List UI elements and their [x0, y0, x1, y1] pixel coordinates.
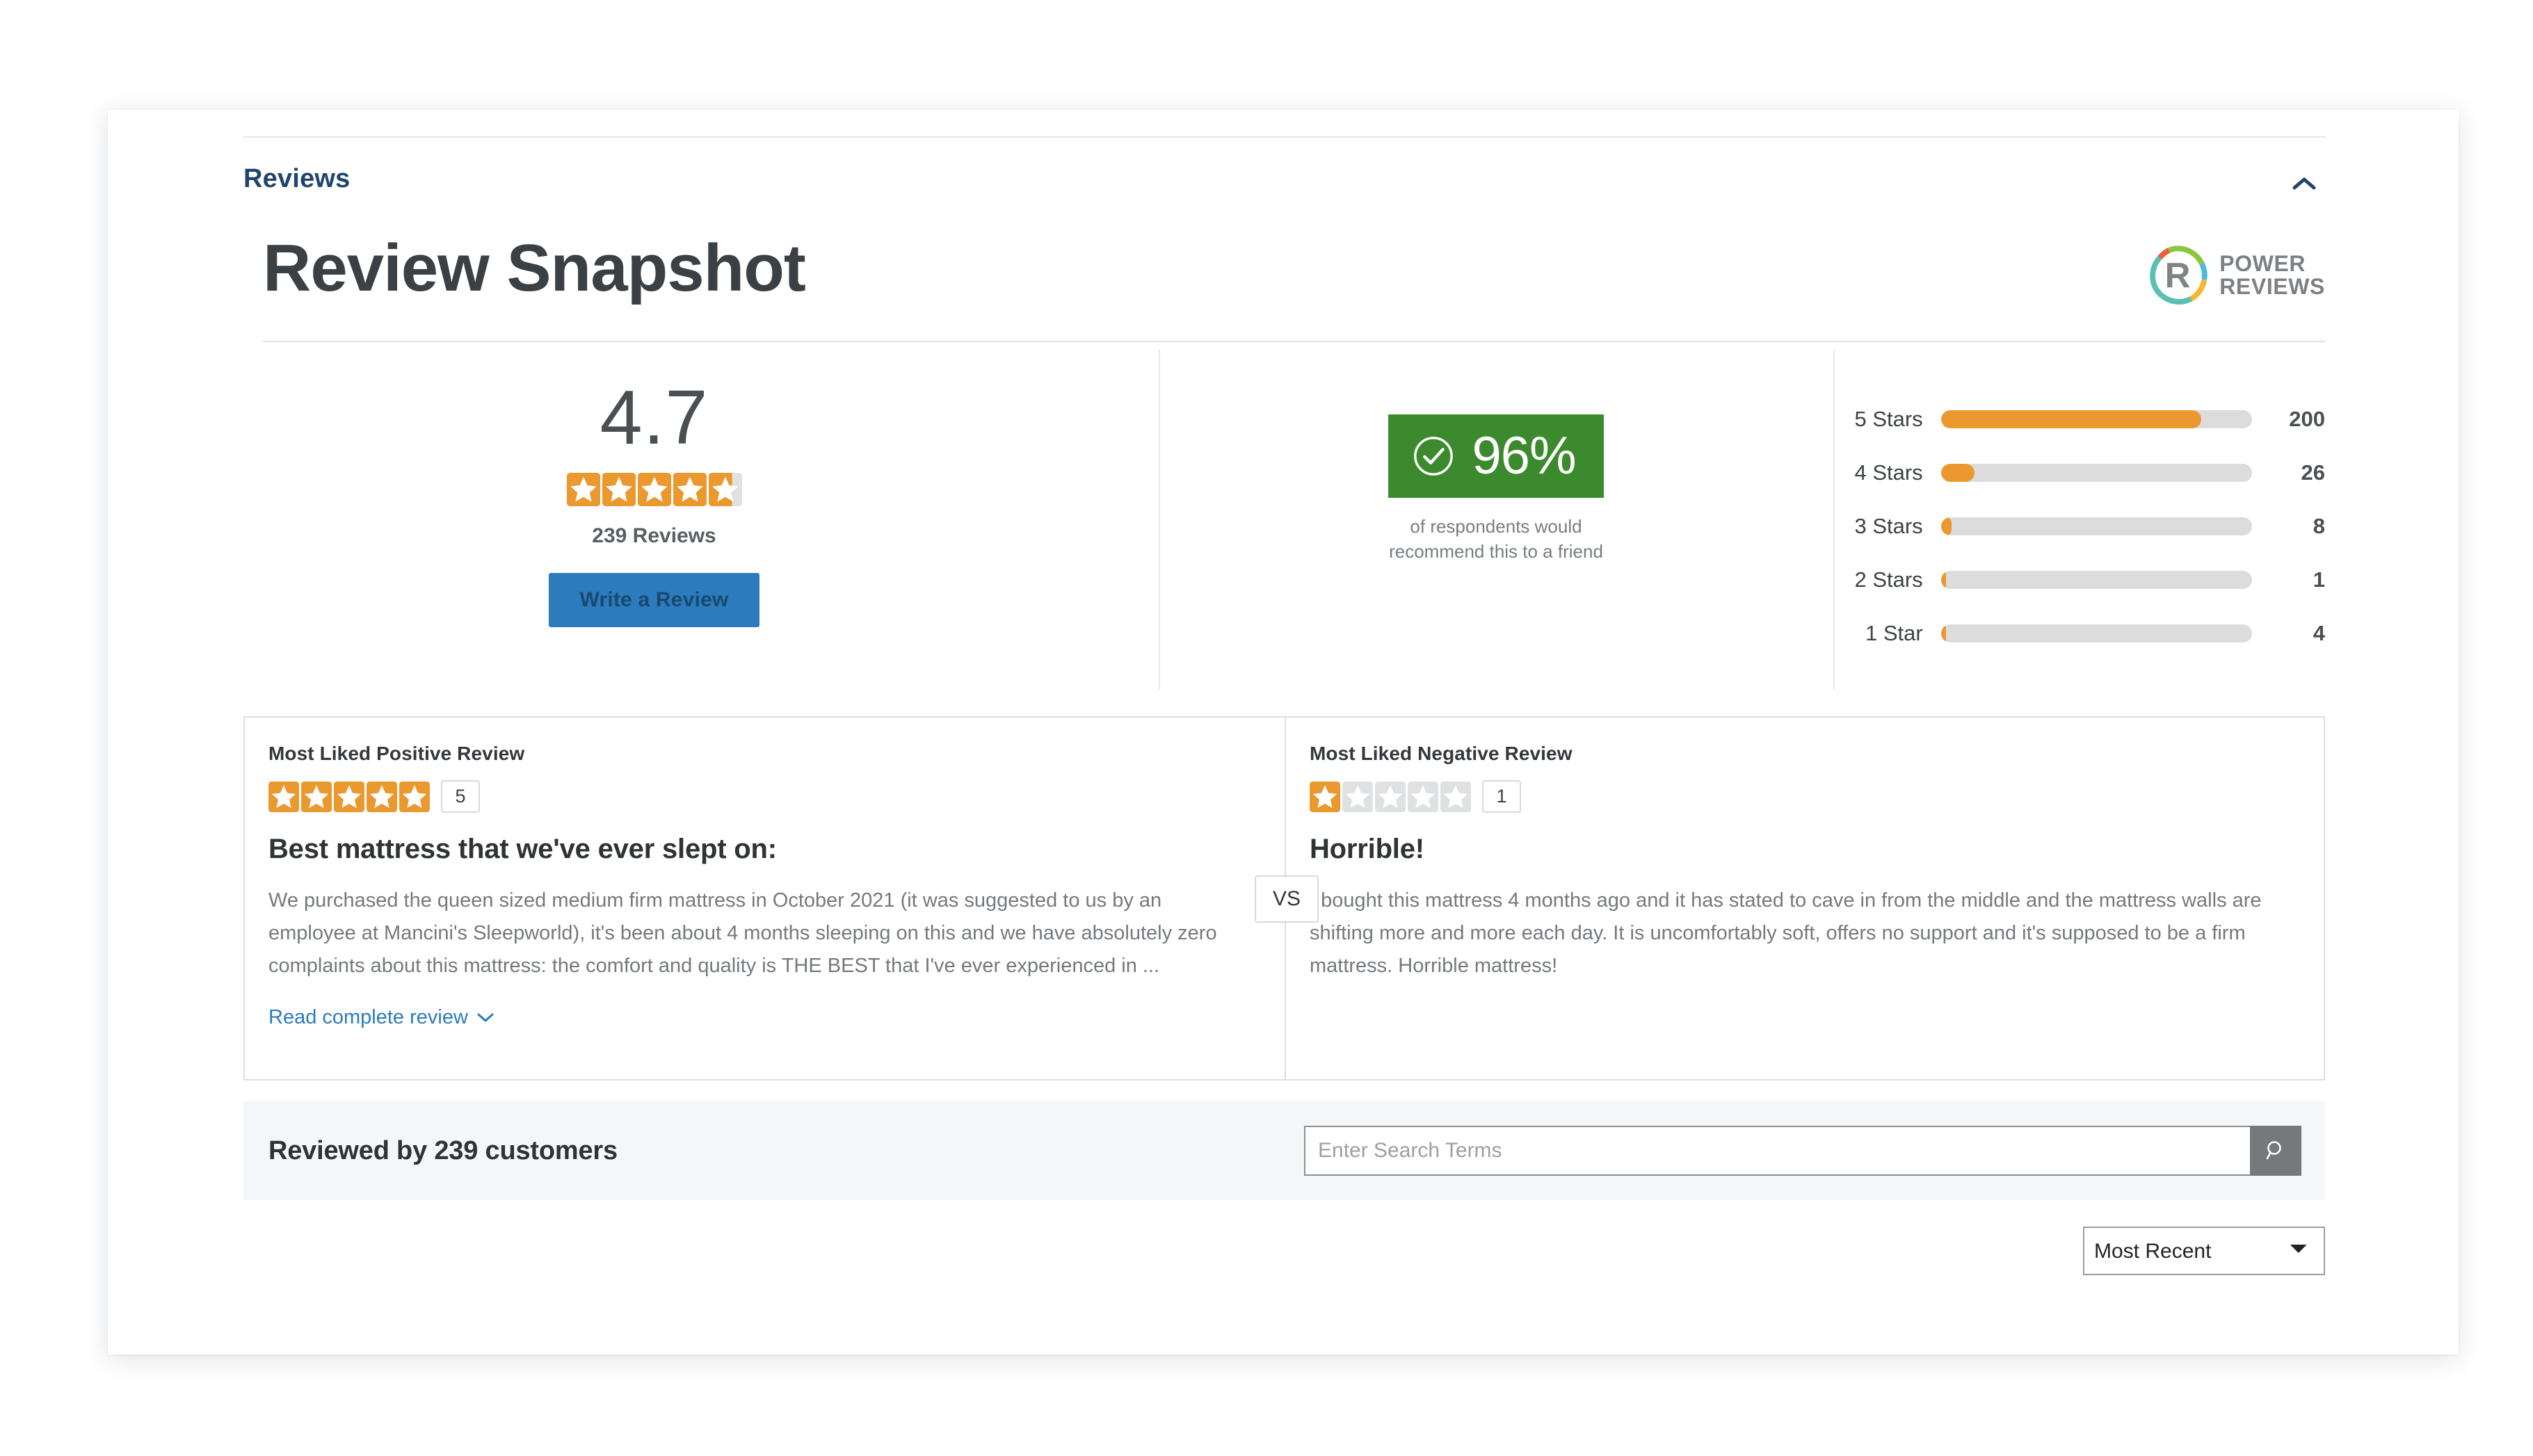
- reviewed-by-label: Reviewed by 239 customers: [268, 1135, 618, 1165]
- rating-bar-count: 4: [2313, 620, 2325, 645]
- negative-review-panel: Most Liked Negative Review 1 Horrible! I…: [1286, 718, 2326, 1079]
- sort-select[interactable]: Most RecentMost HelpfulHighest RatingLow…: [2083, 1227, 2325, 1275]
- sort-row: Most RecentMost HelpfulHighest RatingLow…: [243, 1227, 2325, 1275]
- read-complete-review-link[interactable]: Read complete review: [268, 1006, 494, 1029]
- rating-bar-label: 4 Stars: [1854, 460, 1923, 485]
- overall-score-column: 4.7 239 Reviews Write a Review: [263, 342, 1045, 687]
- reviews-footer-band: Reviewed by 239 customers: [243, 1101, 2325, 1200]
- negative-review-kicker: Most Liked Negative Review: [1310, 743, 1573, 764]
- negative-review-body: I bought this mattress 4 months ago and …: [1310, 889, 2262, 977]
- vs-badge: VS: [1255, 875, 1319, 923]
- rating-bar-row[interactable]: 1 Star 4: [1833, 606, 2325, 660]
- rating-bar-row[interactable]: 2 Stars 1: [1833, 553, 2325, 606]
- positive-review-rating-badge: 5: [441, 780, 480, 814]
- svg-text:R: R: [2165, 256, 2191, 296]
- rating-bar-row[interactable]: 5 Stars 200: [1833, 392, 2325, 446]
- rating-bar-track: [1940, 517, 2252, 535]
- positive-review-title: Best mattress that we've ever slept on:: [268, 834, 777, 865]
- review-count-label: 239 Reviews: [592, 524, 716, 547]
- recommend-column: 96% of respondents would recommend this …: [1159, 342, 1833, 687]
- rating-bar-row[interactable]: 3 Stars 8: [1833, 499, 2325, 553]
- rating-bar-fill: [1940, 463, 1975, 482]
- rating-bar-count: 26: [2301, 460, 2325, 485]
- snapshot-body: 4.7 239 Reviews Write a Review 96% of re…: [263, 342, 2325, 690]
- positive-review-stars: [268, 781, 430, 812]
- logo-line-2: REVIEWS: [2219, 274, 2325, 299]
- chevron-up-icon: [2292, 177, 2316, 190]
- positive-review-rating: 5: [268, 780, 1251, 814]
- negative-review-title: Horrible!: [1310, 834, 1424, 865]
- read-complete-review-label: Read complete review: [268, 1005, 468, 1028]
- rating-bar-label: 2 Stars: [1854, 567, 1923, 592]
- rating-bar-fill: [1940, 570, 1946, 589]
- rating-bar-track: [1940, 410, 2252, 428]
- rating-bar-row[interactable]: 4 Stars 26: [1833, 446, 2325, 499]
- positive-review-panel: Most Liked Positive Review 5 Best mattre…: [245, 718, 1286, 1079]
- recommend-badge: 96%: [1388, 414, 1604, 498]
- recommend-percent: 96%: [1472, 426, 1576, 485]
- negative-review-rating-badge: 1: [1482, 780, 1521, 814]
- powerreviews-ring-icon: R: [2150, 245, 2208, 305]
- positive-review-body: We purchased the queen sized medium firm…: [268, 889, 1217, 977]
- powerreviews-logo: R POWER REVIEWS: [2147, 245, 2325, 306]
- rating-bar-count: 8: [2313, 513, 2325, 538]
- positive-review-kicker: Most Liked Positive Review: [268, 743, 525, 764]
- reviews-card: Reviews Review Snapshot R POWER REVIEWS …: [108, 110, 2459, 1354]
- snapshot-header: Review Snapshot R POWER REVIEWS: [263, 231, 2325, 328]
- reviews-section-header: Reviews: [243, 136, 2326, 216]
- rating-bar-label: 3 Stars: [1854, 513, 1923, 538]
- card-inner: Reviews Review Snapshot R POWER REVIEWS …: [243, 110, 2326, 1354]
- rating-bar-fill: [1940, 624, 1947, 642]
- search-input[interactable]: [1304, 1126, 2250, 1176]
- average-rating-stars: [566, 473, 742, 506]
- rating-bar-label: 5 Stars: [1854, 406, 1923, 431]
- rating-bar-track: [1940, 463, 2252, 482]
- rating-bar-label: 1 Star: [1865, 620, 1923, 645]
- negative-review-rating: 1: [1310, 780, 2293, 814]
- average-rating-value: 4.7: [600, 375, 709, 460]
- rating-bar-track: [1940, 570, 2252, 589]
- snapshot-title: Review Snapshot: [263, 231, 806, 305]
- rating-bar-count: 1: [2313, 567, 2325, 592]
- review-comparison-box: Most Liked Positive Review 5 Best mattre…: [243, 716, 2325, 1081]
- rating-bar-count: 200: [2289, 406, 2325, 431]
- logo-line-1: POWER: [2219, 251, 2306, 277]
- write-a-review-button[interactable]: Write a Review: [549, 573, 759, 627]
- rating-bar-fill: [1940, 410, 2201, 428]
- search-icon: [2266, 1141, 2281, 1160]
- rating-bar-fill: [1940, 517, 1952, 535]
- recommend-caption-line-1: of respondents would: [1410, 516, 1582, 537]
- recommend-caption-line-2: recommend this to a friend: [1389, 540, 1603, 562]
- page-title: Reviews: [243, 164, 351, 193]
- collapse-section-button[interactable]: [2282, 163, 2326, 204]
- review-search: [1304, 1126, 2301, 1176]
- check-circle-icon: [1414, 437, 1454, 476]
- rating-bar-track: [1940, 624, 2252, 642]
- search-button[interactable]: [2250, 1126, 2301, 1176]
- recommend-caption: of respondents would recommend this to a…: [1389, 515, 1603, 565]
- powerreviews-wordmark: POWER REVIEWS: [2219, 252, 2325, 298]
- rating-distribution-chart: 5 Stars 200 4 Stars 26 3 Stars 8 2 Stars 1 1 Sta…: [1833, 342, 2325, 687]
- chevron-down-icon: [477, 1013, 494, 1022]
- negative-review-stars: [1310, 781, 1471, 812]
